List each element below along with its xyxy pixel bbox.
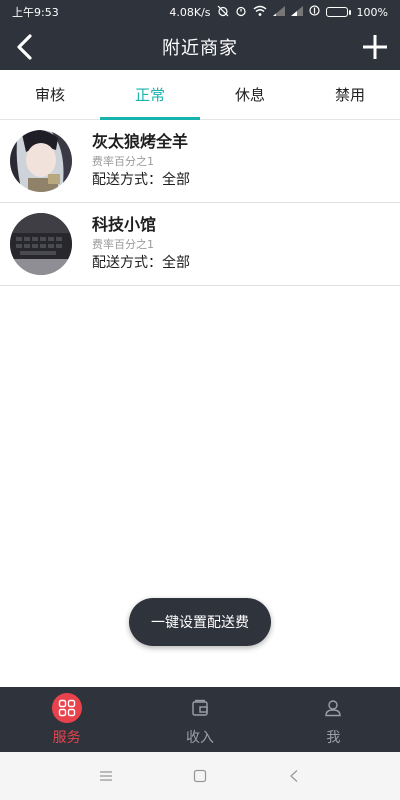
back-button[interactable]	[10, 32, 40, 62]
wallet-icon	[185, 693, 215, 723]
nav-label-service: 服务	[52, 729, 81, 746]
merchant-list: 灰太狼烤全羊 费率百分之1 配送方式：全部 科技小馆 费率百分之1 配送方式：全…	[0, 120, 400, 286]
signal-icon	[290, 5, 303, 19]
status-indicators: 4.08K/s 100%	[169, 5, 388, 20]
bottom-nav: 服务 收入 我	[0, 687, 400, 752]
alarm-icon	[235, 5, 247, 20]
signal-icon	[272, 5, 285, 19]
tab-review[interactable]: 审核	[0, 70, 100, 119]
nav-item-service[interactable]: 服务	[0, 687, 133, 752]
avatar	[10, 130, 72, 192]
list-item[interactable]: 灰太狼烤全羊 费率百分之1 配送方式：全部	[0, 120, 400, 203]
app-bar: 附近商家	[0, 24, 400, 70]
menu-icon[interactable]	[94, 764, 118, 788]
tab-disabled[interactable]: 禁用	[300, 70, 400, 119]
network-speed: 4.08K/s	[169, 5, 211, 19]
nav-item-income[interactable]: 收入	[133, 687, 266, 752]
avatar	[10, 213, 72, 275]
list-item[interactable]: 科技小馆 费率百分之1 配送方式：全部	[0, 203, 400, 286]
data-saver-icon	[308, 5, 320, 19]
status-bar: 上午9:53 4.08K/s 100%	[0, 0, 400, 24]
merchant-delivery: 配送方式：全部	[92, 172, 190, 188]
home-icon[interactable]	[188, 764, 212, 788]
system-nav-bar	[0, 752, 400, 800]
merchant-rate: 费率百分之1	[92, 155, 154, 168]
set-delivery-fee-button[interactable]: 一键设置配送费	[129, 598, 271, 646]
status-tabs: 审核 正常 休息 禁用	[0, 70, 400, 120]
battery-level: 100%	[356, 5, 388, 19]
wifi-icon	[253, 5, 267, 20]
back-nav-icon[interactable]	[282, 764, 306, 788]
tab-rest[interactable]: 休息	[200, 70, 300, 119]
nav-item-me[interactable]: 我	[267, 687, 400, 752]
status-time: 上午9:53	[12, 6, 59, 19]
back-icon	[17, 34, 32, 60]
nav-label-income: 收入	[185, 729, 214, 746]
tab-normal[interactable]: 正常	[100, 70, 200, 120]
merchant-name: 科技小馆	[92, 215, 157, 234]
merchant-name: 灰太狼烤全羊	[92, 132, 189, 151]
alarm-off-icon	[217, 5, 229, 20]
nav-label-me: 我	[326, 729, 341, 746]
merchant-rate: 费率百分之1	[92, 238, 154, 251]
page-title: 附近商家	[162, 38, 238, 59]
battery-icon	[325, 7, 351, 17]
add-button[interactable]	[360, 32, 390, 62]
person-icon	[318, 693, 348, 723]
grid-icon	[51, 692, 82, 723]
add-icon	[363, 35, 387, 59]
merchant-delivery: 配送方式：全部	[92, 255, 190, 271]
